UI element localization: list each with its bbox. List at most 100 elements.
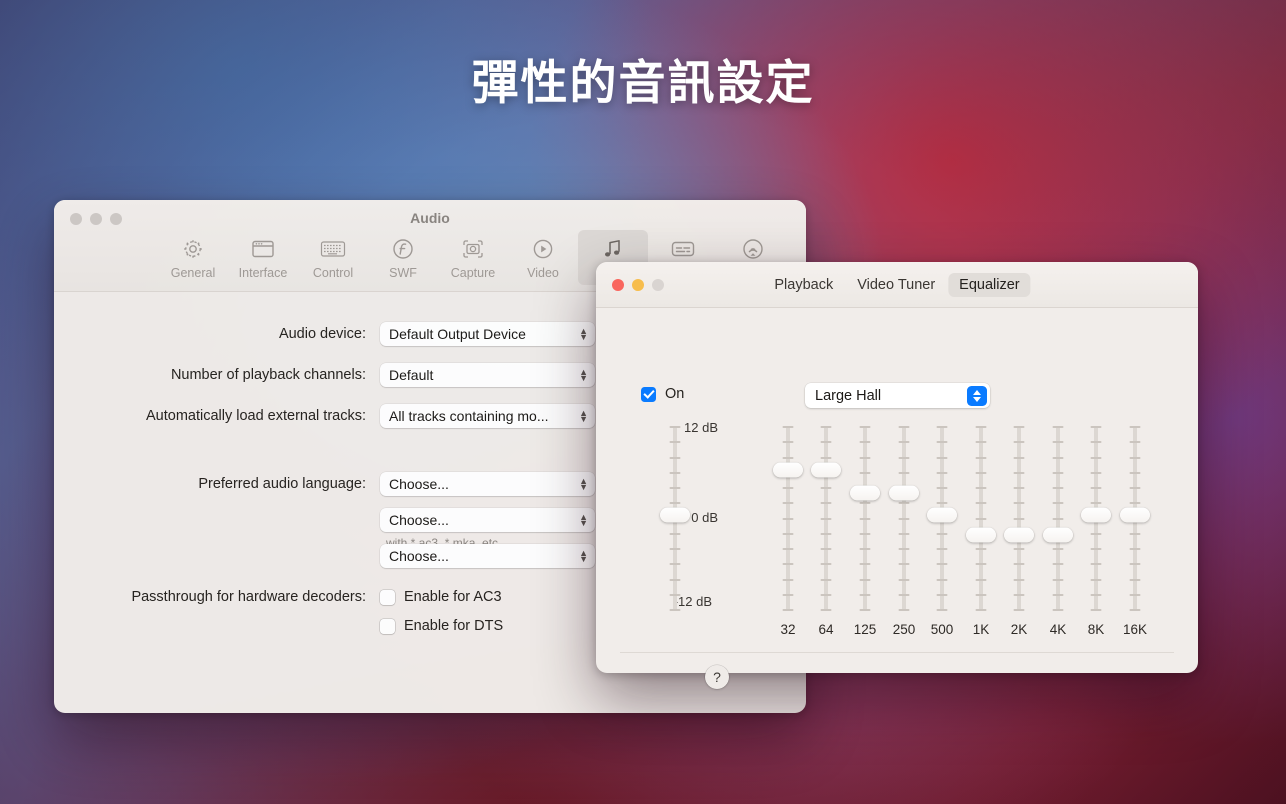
slider-thumb-250[interactable] bbox=[889, 485, 919, 501]
slider-tick bbox=[1052, 441, 1064, 444]
flash-f-icon bbox=[391, 236, 415, 262]
eq-slider-16k[interactable]: 16K bbox=[1113, 426, 1157, 637]
toolbar-item-control[interactable]: Control bbox=[298, 230, 368, 285]
slider-tick bbox=[782, 487, 794, 489]
tab-video-tuner[interactable]: Video Tuner bbox=[846, 273, 946, 297]
slider-tick bbox=[898, 426, 910, 428]
slider-thumb-32[interactable] bbox=[773, 462, 803, 478]
slider-tick bbox=[859, 609, 871, 611]
help-button[interactable]: ? bbox=[705, 665, 729, 689]
dts-checkbox[interactable] bbox=[380, 618, 395, 634]
slider-tick bbox=[975, 456, 987, 459]
slider-tick bbox=[1052, 593, 1064, 596]
toolbar-item-general[interactable]: General bbox=[158, 230, 228, 285]
slider-thumb-2k[interactable] bbox=[1004, 527, 1034, 543]
slider-tick bbox=[898, 471, 910, 474]
eq-preset-popup[interactable]: Large Hall bbox=[805, 383, 990, 408]
eq-slider-500[interactable]: 500 bbox=[920, 426, 964, 637]
window-icon bbox=[251, 236, 275, 262]
playback-channels-popup[interactable]: Default ▲ ▼ bbox=[380, 363, 595, 387]
language-popup-3[interactable]: Choose... ▲ ▼ bbox=[380, 544, 595, 568]
eq-slider-8k[interactable]: 8K bbox=[1074, 426, 1118, 637]
slider-thumb-500[interactable] bbox=[927, 507, 957, 523]
tab-playback[interactable]: Playback bbox=[763, 273, 844, 297]
eq-slider-64[interactable]: 64 bbox=[804, 426, 848, 637]
language-popup-1[interactable]: Choose... ▲ ▼ bbox=[380, 472, 595, 496]
external-tracks-popup[interactable]: All tracks containing mo... ▲ ▼ bbox=[380, 404, 595, 428]
slider-tick bbox=[669, 456, 681, 459]
slider-tick bbox=[1013, 456, 1025, 459]
slider-thumb-64[interactable] bbox=[811, 462, 841, 478]
eq-slider-125[interactable]: 125 bbox=[843, 426, 887, 637]
slider-tick bbox=[975, 609, 987, 611]
slider-thumb-8k[interactable] bbox=[1081, 507, 1111, 523]
playback-channels-value: Default bbox=[389, 367, 434, 383]
slider-tick bbox=[669, 502, 681, 505]
eq-preset-value: Large Hall bbox=[815, 387, 882, 404]
slider-thumb-4k[interactable] bbox=[1043, 527, 1073, 543]
chevron-down-icon bbox=[973, 396, 981, 402]
eq-divider bbox=[620, 652, 1174, 653]
slider-thumb-125[interactable] bbox=[850, 485, 880, 501]
chevron-updown-icon: ▲ ▼ bbox=[579, 367, 588, 383]
slider-tick bbox=[1129, 487, 1141, 489]
slider-tick bbox=[669, 532, 681, 535]
slider-tick bbox=[898, 563, 910, 566]
slider-tick bbox=[936, 563, 948, 566]
slider-tick bbox=[669, 563, 681, 566]
zoom-button[interactable] bbox=[652, 279, 664, 291]
eq-on-checkbox[interactable] bbox=[641, 386, 656, 402]
slider-tick bbox=[782, 456, 794, 459]
slider-tick bbox=[1090, 502, 1102, 505]
row-passthrough-ac3: Passthrough for hardware decoders: Enabl… bbox=[108, 589, 502, 605]
toolbar-item-video[interactable]: Video bbox=[508, 230, 578, 285]
slider-tick bbox=[1052, 502, 1064, 505]
slider-tick bbox=[975, 548, 987, 550]
toolbar-item-capture[interactable]: Capture bbox=[438, 230, 508, 285]
prefs-window-title: Audio bbox=[410, 210, 450, 226]
slider-tick bbox=[898, 441, 910, 444]
slider-tick bbox=[975, 578, 987, 581]
slider-tick bbox=[782, 609, 794, 611]
slider-tick bbox=[936, 471, 948, 474]
ac3-checkbox[interactable] bbox=[380, 589, 395, 605]
slider-tick bbox=[898, 548, 910, 550]
slider-tick bbox=[782, 517, 794, 520]
eq-slider-preamp[interactable] bbox=[653, 426, 697, 611]
toolbar-item-swf[interactable]: SWF bbox=[368, 230, 438, 285]
slider-tick bbox=[1013, 578, 1025, 581]
slider-tick bbox=[859, 593, 871, 596]
slider-tick bbox=[936, 441, 948, 444]
audio-device-popup[interactable]: Default Output Device ▲ ▼ bbox=[380, 322, 595, 346]
slider-tick bbox=[1052, 578, 1064, 581]
slider-tick bbox=[1090, 548, 1102, 550]
slider-thumb-16k[interactable] bbox=[1120, 507, 1150, 523]
eq-on-row[interactable]: On bbox=[641, 386, 684, 402]
toolbar-item-interface[interactable]: Interface bbox=[228, 230, 298, 285]
slider-tick bbox=[669, 471, 681, 474]
checkbox-row-dts[interactable]: Enable for DTS bbox=[380, 618, 503, 634]
slider-tick bbox=[1090, 441, 1102, 444]
slider-tick bbox=[1090, 426, 1102, 428]
tab-equalizer[interactable]: Equalizer bbox=[948, 272, 1031, 297]
slider-tick bbox=[669, 593, 681, 596]
slider-tick bbox=[782, 426, 794, 428]
slider-tick bbox=[1129, 426, 1141, 428]
stepper-updown-icon[interactable] bbox=[967, 385, 987, 406]
band-label-16k: 16K bbox=[1122, 622, 1148, 637]
slider-thumb-preamp[interactable] bbox=[660, 507, 690, 523]
slider-tick bbox=[1052, 548, 1064, 550]
slider-tick bbox=[1013, 487, 1025, 489]
slider-tick bbox=[1129, 563, 1141, 566]
slider-thumb-1k[interactable] bbox=[966, 527, 996, 543]
language-popup-2[interactable]: Choose... ▲ ▼ bbox=[380, 508, 595, 532]
slider-tick bbox=[1013, 563, 1025, 566]
checkbox-row-ac3[interactable]: Enable for AC3 bbox=[380, 589, 502, 605]
close-button[interactable] bbox=[612, 279, 624, 291]
minimize-button[interactable] bbox=[632, 279, 644, 291]
slider-tick bbox=[820, 532, 832, 535]
slider-tick bbox=[1090, 471, 1102, 474]
slider-tick bbox=[1090, 609, 1102, 611]
eq-slider-2k[interactable]: 2K bbox=[997, 426, 1041, 637]
slider-tick bbox=[898, 609, 910, 611]
